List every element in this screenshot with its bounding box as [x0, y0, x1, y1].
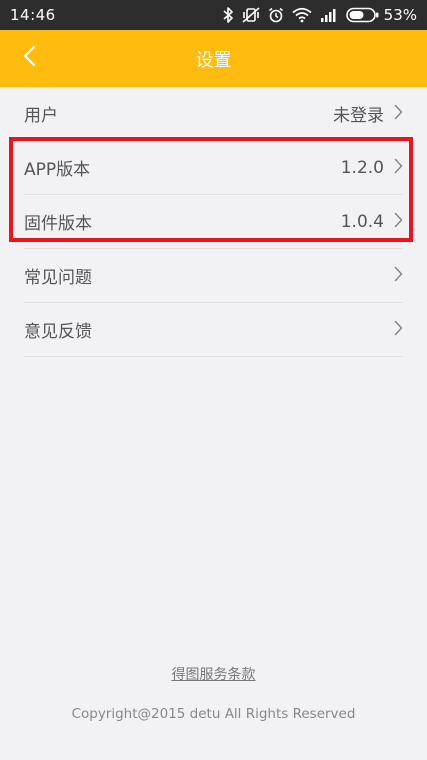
settings-row-feedback[interactable]: 意见反馈 — [24, 303, 403, 357]
chevron-right-icon — [394, 104, 403, 124]
row-right — [394, 320, 403, 340]
copyright-text: Copyright@2015 detu All Rights Reserved — [71, 706, 356, 722]
status-time: 14:46 — [10, 6, 56, 24]
user-login-status: 未登录 — [333, 106, 384, 126]
row-right: 未登录 — [333, 101, 403, 126]
settings-row-user[interactable]: 用户 未登录 — [24, 87, 403, 141]
nav-bar: 设置 — [0, 30, 427, 87]
battery-icon — [345, 7, 380, 23]
vibrate-icon — [242, 7, 260, 23]
terms-of-service-link[interactable]: 得图服务条款 — [0, 664, 427, 684]
row-label: 意见反馈 — [24, 322, 92, 342]
alarm-icon — [268, 7, 284, 23]
settings-row-firmware-version[interactable]: 固件版本 1.0.4 — [24, 195, 403, 249]
chevron-left-icon — [22, 45, 36, 71]
chevron-right-icon — [394, 266, 403, 286]
row-right: 1.2.0 — [341, 158, 403, 178]
settings-row-app-version[interactable]: APP版本 1.2.0 — [24, 141, 403, 195]
firmware-version-value: 1.0.4 — [340, 211, 384, 232]
back-button[interactable] — [14, 43, 44, 73]
chevron-right-icon — [394, 212, 403, 232]
row-label: 常见问题 — [24, 268, 92, 288]
status-bar: 14:46 53% — [0, 0, 427, 30]
row-label: 用户 — [24, 106, 58, 126]
settings-row-faq[interactable]: 常见问题 — [24, 249, 403, 303]
status-icons: 53% — [222, 6, 417, 24]
chevron-right-icon — [394, 158, 403, 178]
wifi-icon — [292, 7, 312, 23]
battery-percent: 53% — [383, 6, 417, 24]
app-version-value: 1.2.0 — [340, 157, 384, 178]
bluetooth-icon — [222, 7, 234, 23]
settings-list: 用户 未登录 APP版本 1.2.0 固件版本 1.0.4 常见问题 意见反馈 — [0, 87, 427, 357]
row-label: APP版本 — [24, 160, 91, 180]
row-right — [394, 266, 403, 286]
chevron-right-icon — [394, 320, 403, 340]
battery: 53% — [345, 6, 417, 24]
signal-icon — [320, 7, 338, 23]
row-label: 固件版本 — [24, 214, 92, 234]
row-right: 1.0.4 — [341, 212, 403, 232]
page-title: 设置 — [195, 49, 232, 71]
